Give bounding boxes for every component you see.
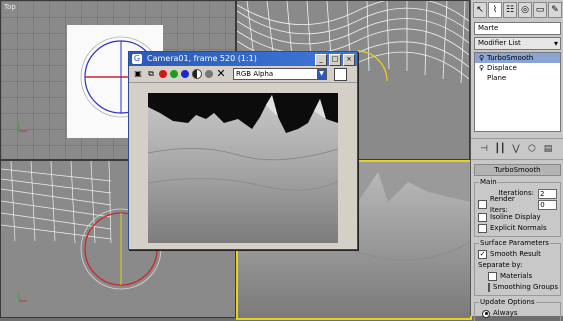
isoline-checkbox[interactable] — [478, 213, 487, 222]
clear-icon[interactable]: ✕ — [216, 68, 226, 79]
clone-window-icon[interactable]: ⧉ — [146, 69, 156, 79]
motion-icon[interactable]: ◎ — [518, 2, 532, 18]
rendered-image — [148, 93, 338, 243]
minimize-button[interactable]: _ — [315, 54, 327, 66]
stack-item-plane[interactable]: Plane — [475, 73, 560, 83]
close-button[interactable]: × — [343, 54, 355, 66]
monochrome-icon[interactable] — [205, 70, 213, 78]
maximize-button[interactable]: □ — [329, 54, 341, 66]
lightbulb-icon[interactable]: ♀ — [479, 63, 487, 73]
smooth-result-label: Smooth Result — [490, 250, 541, 258]
explicit-normals-checkbox[interactable] — [478, 224, 487, 233]
always-label: Always — [493, 309, 518, 317]
command-panel-tabs: ↖ ⌇ ☷ ◎ ▭ ✎ — [471, 0, 563, 20]
render-window-toolbar: ▣ ⧉ ✕ RGB Alpha ▼ — [129, 66, 357, 83]
make-unique-icon[interactable]: ⋁ — [509, 143, 523, 155]
isoline-label: Isoline Display — [490, 213, 541, 221]
modifier-stack: ♀ TurboSmooth ♀ Displace Plane — [474, 52, 561, 132]
rollout-turbosmooth[interactable]: TurboSmooth — [474, 164, 561, 176]
always-radio[interactable] — [482, 309, 490, 318]
app-icon: G — [132, 54, 142, 64]
alpha-channel-icon[interactable] — [192, 69, 202, 79]
rendered-terrain — [148, 93, 338, 243]
chevron-down-icon: ▼ — [317, 69, 326, 79]
group-title: Update Options — [479, 298, 536, 306]
explicit-normals-label: Explicit Normals — [490, 224, 547, 232]
save-icon[interactable]: ▣ — [133, 69, 143, 79]
blue-channel-icon[interactable] — [181, 70, 189, 78]
materials-label: Materials — [500, 272, 533, 280]
utilities-icon[interactable]: ✎ — [548, 2, 562, 18]
smoothing-groups-checkbox[interactable] — [488, 283, 490, 292]
group-title: Main — [479, 178, 498, 186]
hierarchy-icon[interactable]: ☷ — [503, 2, 517, 18]
pin-stack-icon[interactable]: ⊣ — [477, 143, 491, 155]
render-frame-window[interactable]: G Camera01, frame 520 (1:1) _ □ × ▣ ⧉ ✕ … — [128, 51, 358, 250]
bend-icon[interactable]: ⌇ — [488, 2, 502, 18]
render-iters-checkbox[interactable] — [478, 200, 487, 209]
red-channel-icon[interactable] — [159, 70, 167, 78]
smoothing-groups-label: Smoothing Groups — [493, 283, 559, 291]
command-panel: ↖ ⌇ ☷ ◎ ▭ ✎ Marte Modifier List ♀TurboSm… — [470, 0, 563, 321]
stack-item-displace[interactable]: ♀ Displace — [475, 63, 560, 73]
green-channel-icon[interactable] — [170, 70, 178, 78]
show-end-result-icon[interactable]: ┃┃ — [493, 143, 507, 155]
stack-toolbar: ⊣ ┃┃ ⋁ ⬡ ▤ — [471, 138, 563, 160]
lightbulb-icon[interactable]: ♀ — [479, 53, 487, 63]
channel-dropdown[interactable]: RGB Alpha ▼ — [233, 68, 327, 80]
iterations-spinner[interactable]: 2 — [538, 188, 557, 199]
configure-modifier-sets-icon[interactable]: ▤ — [541, 143, 555, 155]
modifier-list-dropdown[interactable]: Modifier List — [474, 37, 561, 50]
render-iters-spinner[interactable]: 0 — [538, 199, 557, 210]
group-title: Surface Parameters — [479, 239, 550, 247]
color-swatch[interactable] — [334, 67, 347, 81]
render-window-titlebar[interactable]: G Camera01, frame 520 (1:1) _ □ × — [129, 52, 357, 66]
render-window-title: Camera01, frame 520 (1:1) — [147, 54, 257, 63]
pointer-icon[interactable]: ↖ — [473, 2, 487, 18]
materials-checkbox[interactable] — [488, 272, 497, 281]
object-name-field[interactable]: Marte — [474, 22, 561, 35]
separate-by-label: Separate by: — [478, 261, 523, 269]
smooth-result-checkbox[interactable]: ✓ — [478, 250, 487, 259]
remove-modifier-icon[interactable]: ⬡ — [525, 143, 539, 155]
display-icon[interactable]: ▭ — [533, 2, 547, 18]
surface-parameters-group: Surface Parameters ✓ Smooth Result Separ… — [474, 239, 561, 296]
update-options-group: Update Options Always — [474, 298, 561, 321]
stack-item-turbosmooth[interactable]: ♀ TurboSmooth — [475, 53, 560, 63]
main-group: Main Iterations: 2 Render Iters: 0 Isoli… — [474, 178, 561, 237]
